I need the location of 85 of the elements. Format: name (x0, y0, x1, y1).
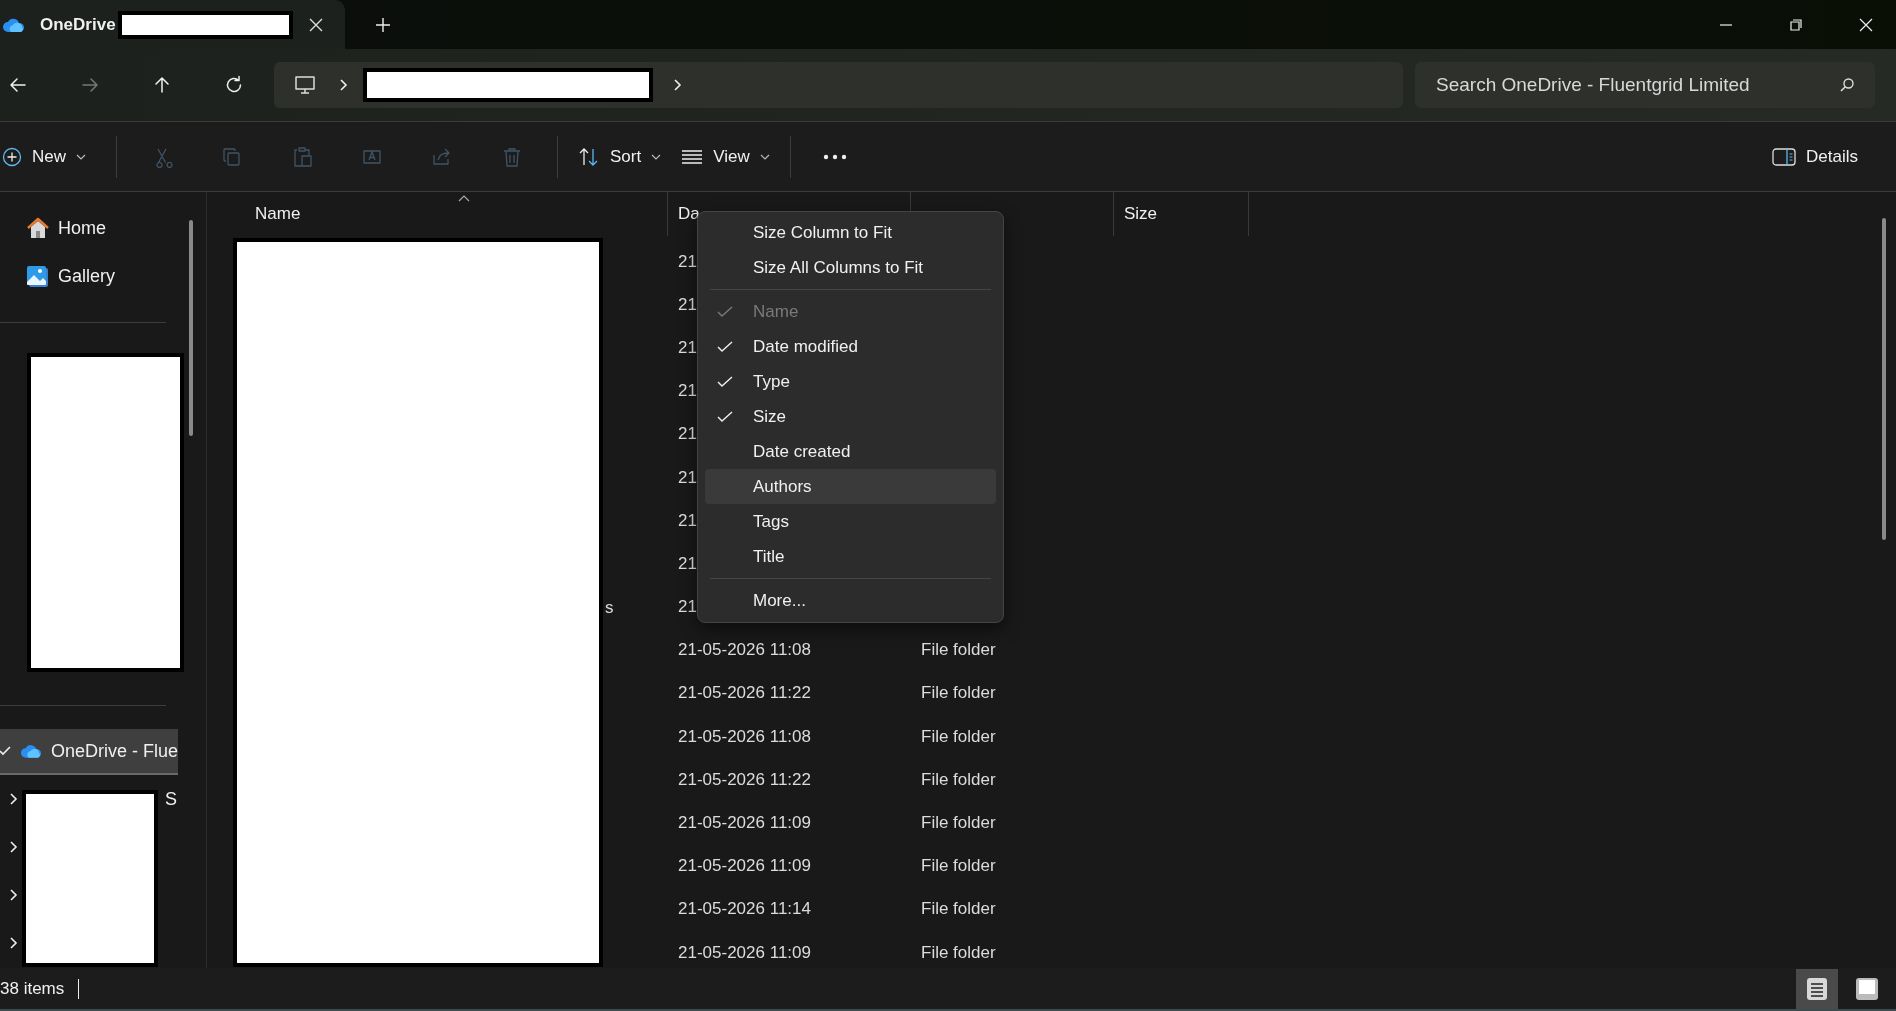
expand-chevron-icon[interactable] (0, 745, 12, 757)
date-cell: 21-05-2026 11:22 (678, 683, 811, 703)
close-icon[interactable] (307, 16, 324, 33)
date-cell: 21 (678, 337, 697, 357)
sidebar-item[interactable]: Home (0, 204, 206, 252)
side-panel-icon (1772, 147, 1797, 166)
date-cell: 21 (678, 467, 697, 487)
window-tab[interactable]: OneDrive (0, 0, 345, 49)
type-cell: File folder (921, 683, 996, 703)
plus-circle-icon (2, 146, 22, 167)
more-icon[interactable] (822, 153, 847, 160)
scrollbar[interactable] (189, 220, 193, 436)
caret-icon (651, 153, 662, 160)
expand-chevron-icon[interactable] (8, 937, 20, 949)
check-icon (717, 410, 733, 423)
cloud-icon (2, 16, 26, 33)
date-cell: 21 (678, 381, 697, 401)
date-cell: 21-05-2026 11:08 (678, 640, 811, 660)
scrollbar[interactable] (1882, 218, 1886, 540)
menu-item[interactable]: Size (705, 399, 996, 434)
menu-item[interactable]: Size Column to Fit (705, 215, 996, 250)
type-cell: File folder (921, 899, 996, 919)
check-icon (717, 305, 733, 318)
date-cell: 21-05-2026 11:09 (678, 942, 811, 962)
caret-icon (76, 153, 86, 160)
date-cell: 21 (678, 294, 697, 314)
sort-arrows-icon (578, 146, 600, 167)
menu-item[interactable]: Type (705, 364, 996, 399)
menu-item[interactable]: Date modified (705, 329, 996, 364)
date-cell: 21 (678, 510, 697, 530)
restore-icon[interactable] (1788, 16, 1804, 33)
chevron-icon[interactable] (673, 78, 683, 92)
menu-item[interactable]: Size All Columns to Fit (705, 250, 996, 285)
column-header[interactable]: Size (1114, 192, 1249, 236)
type-cell: File folder (921, 640, 996, 660)
expand-chevron-icon[interactable] (8, 841, 20, 853)
sort-button[interactable]: Sort (568, 140, 672, 173)
column-header[interactable]: Name (207, 192, 668, 236)
date-cell: 21-05-2026 11:09 (678, 813, 811, 833)
view-button[interactable]: View (671, 140, 780, 173)
search-field[interactable]: Search OneDrive - Fluentgrid Limited (1415, 62, 1875, 108)
date-cell: 21 (678, 553, 697, 573)
type-cell: File folder (921, 726, 996, 746)
type-cell: File folder (921, 769, 996, 789)
sidebar-item[interactable]: Gallery (0, 252, 206, 300)
type-cell: File folder (921, 942, 996, 962)
menu-item[interactable]: Title (705, 539, 996, 574)
date-cell: 21-05-2026 11:22 (678, 769, 811, 789)
menu-item[interactable]: Date created (705, 434, 996, 469)
chevron-icon[interactable] (339, 78, 349, 92)
check-icon (717, 340, 733, 353)
house-icon (26, 217, 50, 239)
expand-chevron-icon[interactable] (8, 793, 20, 805)
add-tab-icon[interactable] (375, 16, 391, 33)
picture-icon (26, 264, 50, 288)
date-cell: 21 (678, 251, 697, 271)
date-cell: 21-05-2026 11:08 (678, 726, 811, 746)
check-icon (717, 375, 733, 388)
new-button[interactable]: New (0, 140, 96, 173)
list-lines-icon (681, 148, 704, 165)
address-bar[interactable] (274, 62, 1403, 108)
menu-item[interactable]: Authors (705, 469, 996, 504)
tile-icon (1855, 976, 1879, 1001)
file-name: s (605, 597, 614, 618)
close-icon[interactable] (1858, 16, 1874, 33)
item-count: 38 items (0, 978, 65, 999)
menu-item[interactable]: More... (705, 583, 996, 618)
type-cell: File folder (921, 813, 996, 833)
search-icon (1839, 77, 1855, 93)
date-cell: 21-05-2026 11:09 (678, 856, 811, 876)
date-cell: 21 (678, 597, 697, 617)
tree-item[interactable]: OneDrive - Flue (0, 729, 178, 775)
caret-icon (759, 153, 770, 160)
expand-chevron-icon[interactable] (8, 889, 20, 901)
tab-title: OneDrive (40, 14, 116, 35)
menu-item[interactable]: Tags (705, 504, 996, 539)
date-cell: 21-05-2026 11:14 (678, 899, 811, 919)
monitor-icon[interactable] (293, 73, 317, 97)
cloud-icon (20, 743, 43, 759)
list-icon (1806, 976, 1828, 1001)
date-cell: 21 (678, 424, 697, 444)
details-button[interactable]: Details (1762, 140, 1868, 173)
details-view-button[interactable] (1796, 968, 1838, 1009)
tree-item-label[interactable]: S (165, 788, 177, 810)
type-cell: File folder (921, 856, 996, 876)
